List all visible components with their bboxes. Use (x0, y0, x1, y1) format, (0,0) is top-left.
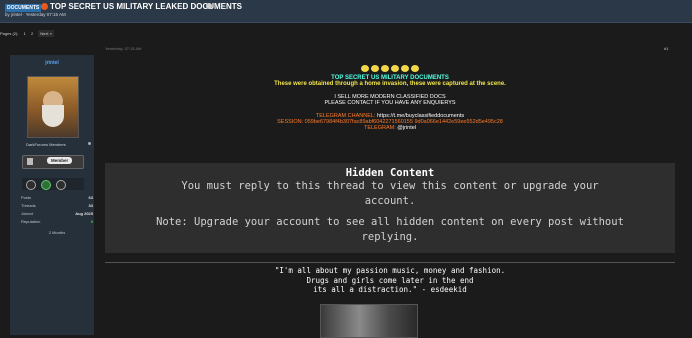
online-status-icon (88, 142, 91, 145)
post-date: Yesterday, 07:15 AM (105, 46, 142, 51)
avatar-beard (42, 105, 64, 127)
stat-value: Aug 2025 (75, 211, 93, 216)
telegram-label: TELEGRAM: (363, 125, 396, 131)
signature-quote: "I'm all about my passion music, money a… (105, 266, 675, 295)
emoji-icon (411, 65, 419, 72)
rank-label: Member (47, 157, 73, 164)
telegram-contact-line: TELEGRAM: @jrintel (105, 125, 675, 131)
fire-icon (41, 3, 48, 10)
stat-value: 33 (88, 203, 93, 208)
pages-label: Pages (2): (0, 31, 19, 36)
signature-line-3: its all a distraction." - esdeekid (313, 285, 467, 294)
hidden-content-message-2: account. (364, 195, 416, 207)
page-link-1[interactable]: 1 (24, 31, 26, 36)
signature-divider (105, 262, 675, 263)
hidden-content-box: Hidden Content You must reply to this th… (105, 163, 675, 253)
hidden-content-title: Hidden Content (345, 167, 435, 179)
emoji-icon (361, 65, 369, 72)
pagination: Pages (2): 1 2 Next » (0, 30, 58, 37)
user-title: DarkForums Members (26, 142, 66, 147)
emoji-row (105, 65, 675, 74)
emoji-icon (401, 65, 409, 72)
page-link-2[interactable]: 2 (31, 31, 33, 36)
stat-row: Posts 63 (21, 195, 93, 203)
emoji-icon (381, 65, 389, 72)
thread-title: TOP SECRET US MILITARY LEAKED DOCUMENTS (50, 2, 243, 11)
next-page-button[interactable]: Next » (38, 30, 54, 37)
stat-label: Reputation (21, 219, 41, 224)
verified-check-icon[interactable] (41, 180, 51, 190)
rank-icon (27, 158, 33, 165)
rank-badge: Member (22, 155, 84, 169)
stat-label: Threads (21, 203, 36, 208)
username-link[interactable]: jrintel (10, 60, 94, 66)
thread-header: DOCUMENTS TOP SECRET US MILITARY LEAKED … (0, 0, 692, 23)
user-awards (22, 178, 84, 190)
thread-prefix-badge[interactable]: DOCUMENTS (5, 4, 42, 12)
user-stats: Posts 63 Threads 33 Joined Aug 2025 Repu… (21, 195, 93, 235)
stat-row: Joined Aug 2025 (21, 211, 93, 219)
hidden-content-note-2: replying. (361, 231, 419, 243)
stat-value: 63 (88, 195, 93, 200)
post-number-link[interactable]: #1 (664, 46, 668, 51)
post-ad-block: TOP SECRET US MILITARY DOCUMENTS These w… (105, 65, 675, 131)
telegram-handle-link[interactable]: @jrintel (397, 125, 416, 131)
signature-line-2: Drugs and girls come later in the end (306, 275, 474, 285)
emoji-icon (371, 65, 379, 72)
hidden-content-message-1: You must reply to this thread to view th… (181, 180, 599, 192)
time-online: 2 Months (48, 230, 66, 235)
reputation-value[interactable]: 0 (91, 219, 93, 224)
lock-icon (206, 3, 212, 9)
thread-byline: by jrintel · Yesterday 07:15 AM (5, 12, 66, 17)
ninja-icon[interactable] (56, 180, 66, 190)
user-panel: jrintel DarkForums Members Member Posts … (10, 55, 94, 335)
stat-label: Posts (21, 195, 32, 200)
hidden-content-note-1: Note: Upgrade your account to see all hi… (156, 216, 624, 228)
stat-row: Threads 33 (21, 203, 93, 211)
signature-line-1: "I'm all about my passion music, money a… (274, 266, 506, 275)
stat-label: Joined (21, 211, 33, 216)
avatar[interactable] (27, 76, 79, 138)
stat-row: Reputation 0 (21, 219, 93, 227)
emoji-icon (391, 65, 399, 72)
signature-image (320, 304, 418, 338)
telegram-icon[interactable] (26, 180, 36, 190)
